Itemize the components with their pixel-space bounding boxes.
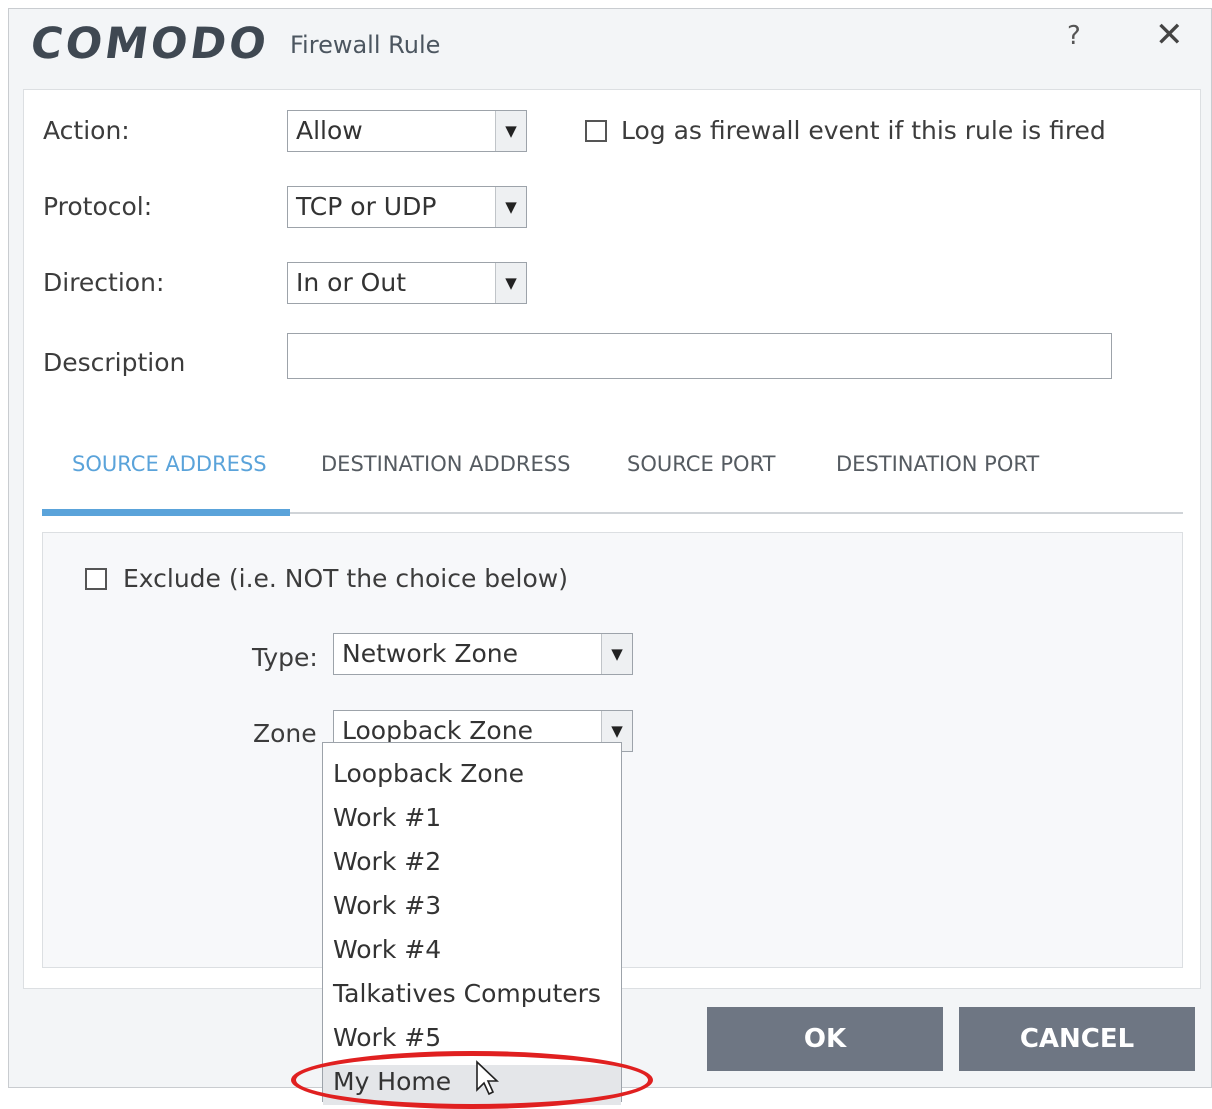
tab-destination-port[interactable]: DESTINATION PORT xyxy=(836,452,1039,476)
direction-select[interactable]: In or Out ▼ xyxy=(287,262,527,304)
action-value: Allow xyxy=(296,116,363,145)
zone-option-loopback[interactable]: Loopback Zone xyxy=(333,759,524,788)
protocol-label: Protocol: xyxy=(43,192,153,221)
zone-option-work-3[interactable]: Work #3 xyxy=(333,891,441,920)
tab-destination-address[interactable]: DESTINATION ADDRESS xyxy=(321,452,570,476)
active-tab-indicator xyxy=(42,509,290,516)
close-icon[interactable]: ✕ xyxy=(1155,15,1184,55)
help-button[interactable]: ? xyxy=(1067,21,1081,51)
chevron-down-icon[interactable]: ▼ xyxy=(495,187,526,227)
comodo-logo: COMODO xyxy=(27,19,273,69)
chevron-down-icon[interactable]: ▼ xyxy=(495,111,526,151)
direction-label: Direction: xyxy=(43,268,165,297)
type-label: Type: xyxy=(252,643,318,672)
log-event-checkbox[interactable] xyxy=(585,120,607,142)
exclude-label[interactable]: Exclude (i.e. NOT the choice below) xyxy=(123,564,568,593)
zone-option-work-4[interactable]: Work #4 xyxy=(333,935,441,964)
cancel-button[interactable]: CANCEL xyxy=(959,1007,1195,1071)
description-label: Description xyxy=(43,348,186,377)
protocol-select[interactable]: TCP or UDP ▼ xyxy=(287,186,527,228)
chevron-down-icon[interactable]: ▼ xyxy=(601,634,632,674)
mouse-pointer-icon xyxy=(476,1060,499,1096)
highlight-ring xyxy=(291,1051,653,1109)
zone-dropdown-list: Loopback Zone Work #1 Work #2 Work #3 Wo… xyxy=(322,742,622,1105)
zone-option-work-5[interactable]: Work #5 xyxy=(333,1023,441,1052)
protocol-value: TCP or UDP xyxy=(296,192,437,221)
zone-option-talkatives[interactable]: Talkatives Computers xyxy=(333,979,601,1008)
dialog-title: Firewall Rule xyxy=(290,31,441,59)
exclude-checkbox[interactable] xyxy=(85,568,107,590)
description-input[interactable] xyxy=(287,333,1112,379)
action-select[interactable]: Allow ▼ xyxy=(287,110,527,152)
direction-value: In or Out xyxy=(296,268,407,297)
type-select[interactable]: Network Zone ▼ xyxy=(333,633,633,675)
zone-option-work-1[interactable]: Work #1 xyxy=(333,803,441,832)
tab-source-address[interactable]: SOURCE ADDRESS xyxy=(72,452,267,476)
zone-option-work-2[interactable]: Work #2 xyxy=(333,847,441,876)
tab-source-port[interactable]: SOURCE PORT xyxy=(627,452,775,476)
log-event-label[interactable]: Log as firewall event if this rule is fi… xyxy=(621,116,1106,145)
zone-value: Loopback Zone xyxy=(342,716,533,745)
type-value: Network Zone xyxy=(342,639,518,668)
chevron-down-icon[interactable]: ▼ xyxy=(495,263,526,303)
action-label: Action: xyxy=(43,116,130,145)
zone-label: Zone xyxy=(253,719,317,748)
title-bar: COMODO Firewall Rule ? ✕ xyxy=(9,9,1211,87)
ok-button[interactable]: OK xyxy=(707,1007,943,1071)
